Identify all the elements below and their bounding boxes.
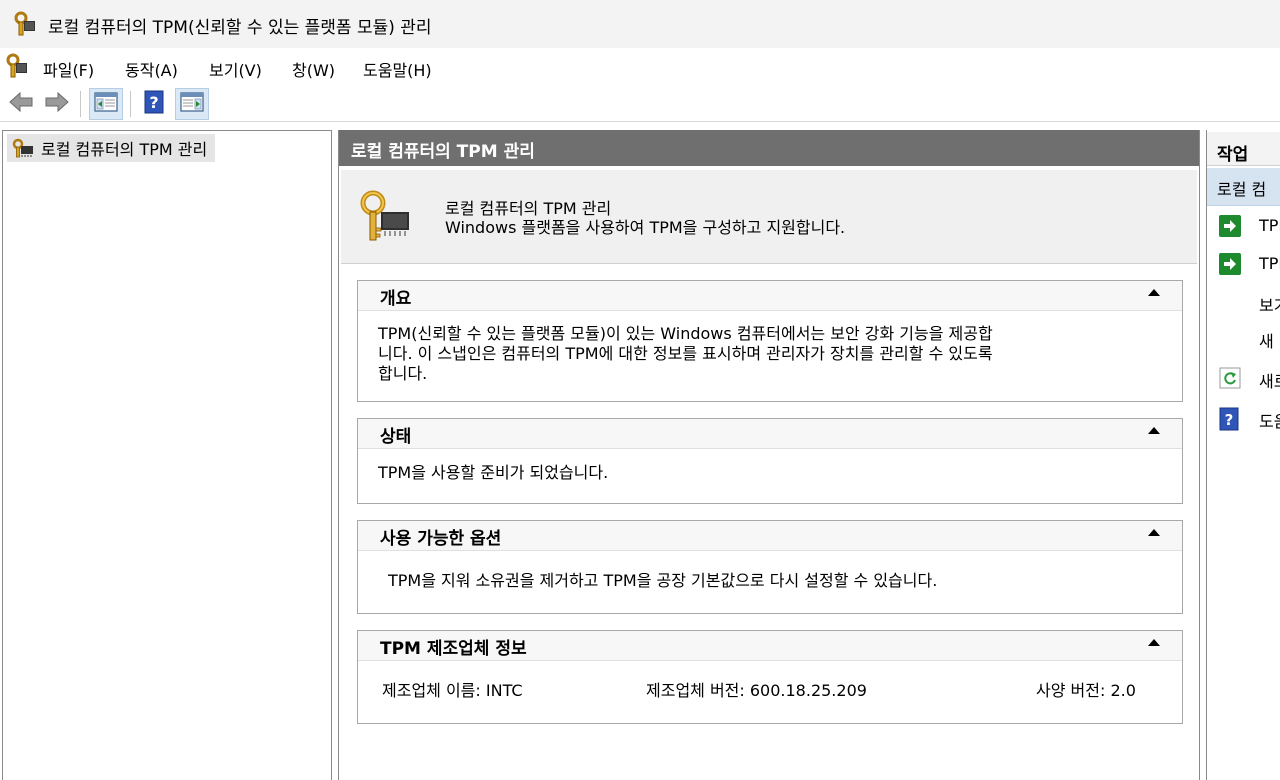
toolbar-separator [130, 91, 131, 117]
tree-item-tpm-management[interactable]: 로컬 컴퓨터의 TPM 관리 [7, 134, 216, 162]
action-label: 도움 [1259, 412, 1280, 431]
options-text: TPM을 지워 소유권을 제거하고 TPM을 공장 기본값으로 다시 설정할 수… [388, 571, 938, 590]
menu-view[interactable]: 보기(V) [209, 57, 262, 81]
actions-title: 작업 [1217, 145, 1249, 165]
status-text: TPM을 사용할 준비가 되었습니다. [378, 463, 609, 482]
tpm-key-chip-icon [11, 138, 35, 162]
actions-pane: 작업 로컬 컴 TPM TPM 보기 새 새로 [1206, 130, 1280, 780]
section-title: 사용 가능한 옵션 [380, 529, 502, 549]
overview-text-line: 니다. 이 스냅인은 컴퓨터의 TPM에 대한 정보를 표시하며 관리자가 장치… [378, 344, 993, 363]
collapse-arrow-icon[interactable] [1148, 427, 1160, 434]
title-bar: 로컬 컴퓨터의 TPM(신뢰할 수 있는 플랫폼 모듈) 관리 [0, 0, 1280, 48]
action-label: TPM [1259, 216, 1280, 235]
tree-item-label: 로컬 컴퓨터의 TPM 관리 [41, 140, 208, 159]
svg-text:?: ? [149, 93, 158, 112]
action-label: 새로 [1259, 372, 1280, 391]
snapin-info-banner: 로컬 컴퓨터의 TPM 관리 Windows 플랫폼을 사용하여 TPM을 구성… [341, 170, 1197, 264]
results-pane-title: 로컬 컴퓨터의 TPM 관리 [351, 142, 535, 162]
menu-bar: 파일(F) 동작(A) 보기(V) 창(W) 도움말(H) [0, 48, 1280, 86]
spec-version: 사양 버전: 2.0 [1036, 681, 1136, 700]
forward-arrow-icon [44, 91, 70, 117]
menu-file[interactable]: 파일(F) [43, 57, 94, 81]
back-button[interactable] [4, 88, 38, 120]
tpm-key-chip-icon [359, 190, 415, 250]
show-hide-action-pane-icon [180, 91, 204, 117]
results-pane: 로컬 컴퓨터의 TPM 관리 로컬 컴퓨터의 TPM 관리 Windows 플랫… [338, 130, 1200, 780]
section-available-options: 사용 가능한 옵션 TPM을 지워 소유권을 제거하고 TPM을 공장 기본값으… [357, 520, 1183, 614]
section-status: 상태 TPM을 사용할 준비가 되었습니다. [357, 418, 1183, 504]
section-manufacturer-body: 제조업체 이름: INTC 제조업체 버전: 600.18.25.209 사양 … [358, 661, 1182, 721]
section-overview-header[interactable]: 개요 [358, 281, 1182, 311]
action-tpm-1[interactable]: TPM [1207, 212, 1280, 242]
section-overview-body: TPM(신뢰할 수 있는 플랫폼 모듈)이 있는 Windows 컴퓨터에서는 … [358, 311, 1182, 384]
green-arrow-icon [1219, 215, 1241, 241]
help-button[interactable]: ? [137, 88, 171, 120]
svg-text:?: ? [1225, 411, 1234, 429]
collapse-arrow-icon[interactable] [1148, 529, 1160, 536]
section-manufacturer-header[interactable]: TPM 제조업체 정보 [358, 631, 1182, 661]
section-manufacturer-info: TPM 제조업체 정보 제조업체 이름: INTC 제조업체 버전: 600.1… [357, 630, 1183, 724]
mmc-system-menu-icon[interactable] [4, 53, 30, 83]
show-hide-action-pane-button[interactable] [175, 88, 209, 120]
section-overview: 개요 TPM(신뢰할 수 있는 플랫폼 모듈)이 있는 Windows 컴퓨터에… [357, 280, 1183, 402]
action-view[interactable]: 보기 [1207, 288, 1280, 318]
window-title: 로컬 컴퓨터의 TPM(신뢰할 수 있는 플랫폼 모듈) 관리 [48, 18, 432, 38]
collapse-arrow-icon[interactable] [1148, 639, 1160, 646]
menu-help[interactable]: 도움말(H) [363, 57, 432, 81]
overview-text-line: TPM(신뢰할 수 있는 플랫폼 모듈)이 있는 Windows 컴퓨터에서는 … [378, 324, 993, 343]
collapse-arrow-icon[interactable] [1148, 289, 1160, 296]
action-help[interactable]: ? 도움 [1207, 404, 1280, 434]
section-title: 상태 [380, 427, 412, 447]
section-status-body: TPM을 사용할 준비가 되었습니다. [358, 449, 1182, 483]
manufacturer-version: 제조업체 버전: 600.18.25.209 [646, 681, 867, 700]
action-label: 보기 [1259, 296, 1280, 315]
show-hide-console-tree-button[interactable] [89, 88, 123, 120]
actions-group-header[interactable]: 로컬 컴 [1207, 168, 1280, 206]
forward-button[interactable] [40, 88, 74, 120]
tpm-app-icon [12, 11, 38, 41]
section-title: 개요 [380, 289, 412, 309]
actions-pane-header: 작업 [1207, 132, 1280, 166]
action-tpm-2[interactable]: TPM [1207, 250, 1280, 280]
green-arrow-icon [1219, 253, 1241, 279]
actions-group-label: 로컬 컴 [1217, 180, 1267, 199]
back-arrow-icon [8, 91, 34, 117]
action-label: 새 [1259, 332, 1274, 351]
help-icon: ? [143, 90, 165, 118]
manufacturer-name: 제조업체 이름: INTC [382, 681, 523, 700]
help-icon: ? [1219, 407, 1239, 435]
refresh-icon [1219, 367, 1241, 393]
banner-subtitle: Windows 플랫폼을 사용하여 TPM을 구성하고 지원합니다. [445, 218, 846, 237]
section-status-header[interactable]: 상태 [358, 419, 1182, 449]
action-refresh[interactable]: 새로 [1207, 364, 1280, 394]
section-options-header[interactable]: 사용 가능한 옵션 [358, 521, 1182, 551]
menu-action[interactable]: 동작(A) [125, 57, 178, 81]
action-label: TPM [1259, 254, 1280, 273]
console-tree-pane: 로컬 컴퓨터의 TPM 관리 [2, 130, 332, 780]
toolbar: ? [0, 86, 1280, 122]
action-new-window[interactable]: 새 [1207, 324, 1280, 354]
overview-text-line: 합니다. [378, 364, 428, 383]
toolbar-separator [80, 91, 81, 117]
results-pane-header: 로컬 컴퓨터의 TPM 관리 [339, 130, 1199, 166]
section-options-body: TPM을 지워 소유권을 제거하고 TPM을 공장 기본값으로 다시 설정할 수… [358, 551, 1182, 591]
show-hide-console-tree-icon [94, 91, 118, 117]
menu-window[interactable]: 창(W) [292, 57, 335, 81]
section-title: TPM 제조업체 정보 [380, 639, 527, 659]
